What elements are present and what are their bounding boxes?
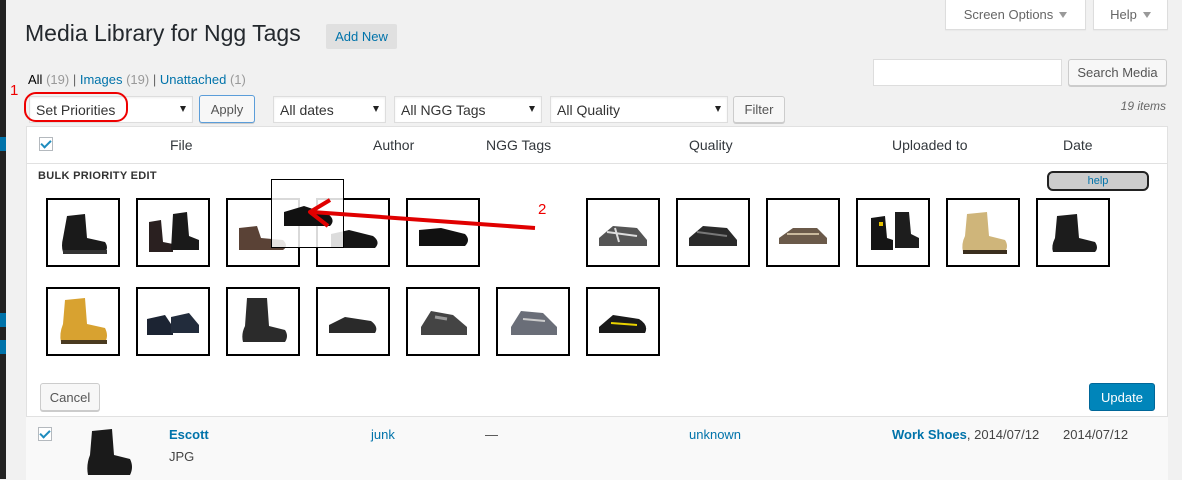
boot-icon [62,213,107,254]
thumbnail-black-boot[interactable] [46,198,120,267]
separator: | [72,72,80,87]
search-input[interactable] [873,59,1062,86]
help-tab[interactable]: Help [1093,0,1168,30]
shoe-icon [421,310,467,335]
thumbnail-navy-shoes[interactable] [136,287,210,356]
row-uploaded-to: Work Shoes, 2014/07/12 [892,427,1039,442]
boot-icon [871,211,919,250]
filter-images-count: (19) [126,72,150,87]
annotation-highlight-ellipse [24,92,128,122]
bulk-priority-edit-title: BULK PRIORITY EDIT [38,170,157,182]
admin-sidebar-edge [0,0,6,479]
shoe-icon [147,312,199,335]
boot-icon [60,297,107,344]
cancel-button[interactable]: Cancel [40,383,100,411]
row-title-link[interactable]: Escott [169,427,209,442]
row-date: 2014/07/12 [1063,427,1129,442]
annotation-arrow-icon [308,198,536,230]
column-uploaded-to[interactable]: Uploaded to [892,137,968,153]
boot-icon [962,211,1007,254]
screen-options-tab[interactable]: Screen Options [945,0,1086,30]
thumbnail-tan-boot[interactable] [946,198,1020,267]
row-quality-link[interactable]: unknown [689,427,741,442]
thumbnail-yellow-boot[interactable] [46,287,120,356]
select-arrow-icon [529,106,535,112]
thumbnail-black-trainer[interactable] [316,287,390,356]
annotation-marker-1: 1 [10,82,19,99]
page-title: Media Library for Ngg Tags [25,20,301,46]
select-arrow-icon [373,106,379,112]
caret-down-icon [1059,11,1068,18]
select-arrow-icon [715,106,721,112]
apply-button[interactable]: Apply [199,95,255,123]
thumbnail-black-rigger-boot[interactable] [1036,198,1110,267]
screen-options-label: Screen Options [963,7,1054,22]
media-filter-links: All (19) | Images (19) | Unattached (1) [28,72,246,87]
sidebar-edge-marker [0,137,6,151]
boot-icon [1052,213,1097,252]
shoe-icon [599,314,647,333]
thumbnail-black-high-boot[interactable] [226,287,300,356]
select-arrow-icon [180,106,186,112]
filter-all[interactable]: All [28,72,42,87]
row-ngg-tags: — [485,427,498,442]
thumbnail-black-sandal[interactable] [676,198,750,267]
sidebar-edge-marker [0,313,6,327]
date-filter-select[interactable]: All dates [273,96,386,123]
add-new-button[interactable]: Add New [326,24,397,49]
table-row: Escott JPG junk — unknown Work Shoes, 20… [26,416,1168,480]
row-uploaded-to-link[interactable]: Work Shoes [892,427,967,442]
shoe-icon [511,310,557,335]
table-header: File Author NGG Tags Quality Uploaded to… [27,127,1167,164]
column-author[interactable]: Author [373,137,414,153]
thumbnail-grey-trainer[interactable] [496,287,570,356]
column-quality[interactable]: Quality [689,137,733,153]
search-media-button[interactable]: Search Media [1068,59,1167,86]
thumbnail-black-safety-trainer[interactable] [586,287,660,356]
boot-icon [87,429,132,475]
select-all-checkbox[interactable] [39,137,53,151]
update-button[interactable]: Update [1089,383,1155,411]
row-checkbox[interactable] [38,427,52,441]
quality-filter-value: All Quality [557,101,621,118]
column-file[interactable]: File [170,137,193,153]
filter-unattached[interactable]: Unattached [160,72,227,87]
sandal-icon [779,227,827,244]
boot-icon [242,297,287,342]
annotation-marker-2: 2 [538,201,547,218]
separator: | [152,72,160,87]
filter-unattached-count: (1) [229,72,246,87]
row-author-link[interactable]: junk [371,427,395,442]
sidebar-edge-marker [0,340,6,354]
caret-down-icon [1142,11,1151,18]
thumbnail-black-safety-boots[interactable] [856,198,930,267]
date-filter-value: All dates [280,101,334,118]
items-count: 19 items [1120,99,1166,113]
filter-images[interactable]: Images [80,72,123,87]
help-tab-label: Help [1110,7,1137,22]
thumbnail-brown-sandal[interactable] [766,198,840,267]
thumbnail-grey-hiker[interactable] [406,287,480,356]
filter-button[interactable]: Filter [733,96,785,123]
column-ngg-tags[interactable]: NGG Tags [486,137,551,153]
thumbnail-grey-sandal[interactable] [586,198,660,267]
shoe-icon [329,316,377,333]
row-thumbnail[interactable] [78,425,138,480]
quality-filter-select[interactable]: All Quality [550,96,728,123]
filter-all-count: (19) [46,72,70,87]
row-file-type: JPG [169,449,195,464]
ngg-tags-filter-select[interactable]: All NGG Tags [394,96,542,123]
bulk-help-button[interactable]: help [1047,171,1149,191]
row-uploaded-date: , 2014/07/12 [966,427,1040,442]
column-date[interactable]: Date [1063,137,1093,153]
sandal-icon [689,225,737,246]
sandal-icon [599,225,647,246]
thumbnail-black-boot-laced[interactable] [136,198,210,267]
boot-icon [149,211,199,252]
ngg-tags-filter-value: All NGG Tags [401,101,486,118]
